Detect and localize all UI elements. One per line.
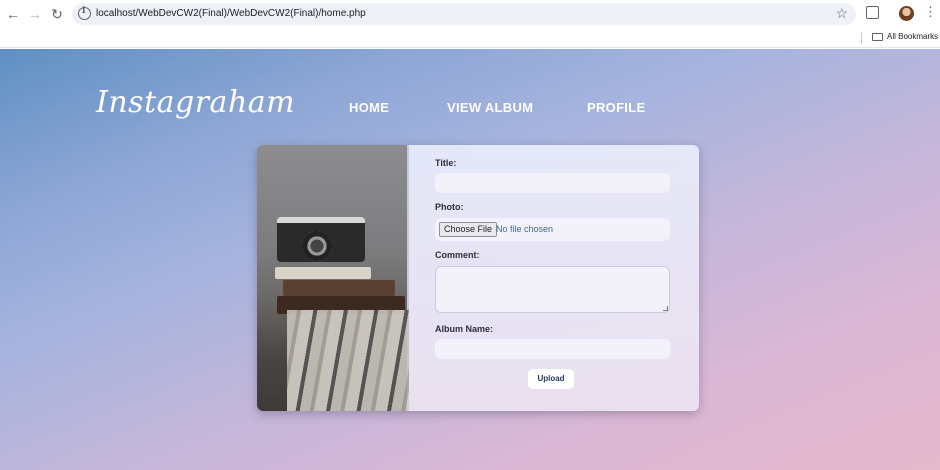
reload-icon[interactable]: ↻ [48,5,66,23]
upload-card: Title: Photo: Choose File No file chosen… [257,145,699,411]
resize-handle-icon[interactable] [663,306,668,311]
no-file-text: No file chosen [496,224,554,234]
camera-photo [257,145,409,411]
folder-icon[interactable] [872,33,883,41]
bookmarks-divider [861,32,862,44]
photo-file-input[interactable]: Choose File No file chosen [435,218,670,241]
browser-menu-icon[interactable]: ⋮ [924,5,937,19]
nav-view-album-link[interactable]: VIEW ALBUM [447,100,533,115]
back-arrow-icon[interactable]: ← [4,5,22,23]
site-info-icon[interactable] [78,6,91,20]
book-illustration [283,280,395,296]
album-name-input[interactable] [435,339,670,359]
book-illustration [275,267,371,279]
nav-profile-link[interactable]: PROFILE [587,100,645,115]
profile-avatar[interactable] [899,6,914,21]
nav-home-link[interactable]: HOME [349,100,389,115]
extensions-icon[interactable] [866,6,879,19]
album-name-label: Album Name: [435,324,494,334]
comment-textarea[interactable] [435,266,670,313]
comment-label: Comment: [435,250,480,260]
title-label: Title: [435,158,457,168]
bookmarks-bar: All Bookmarks [0,28,940,48]
browser-toolbar: ← → ↻ localhost/WebDevCW2(Final)/WebDevC… [0,0,940,28]
site-logo[interactable]: Instagraham [96,85,295,120]
photo-label: Photo: [435,202,464,212]
camera-lens [302,231,332,261]
cloth-illustration [287,310,409,411]
forward-arrow-icon[interactable]: → [26,5,44,23]
page-background: Instagraham HOME VIEW ALBUM PROFILE Titl… [0,49,940,470]
camera-illustration [277,217,365,262]
title-input[interactable] [435,173,670,193]
all-bookmarks-link[interactable]: All Bookmarks [887,32,938,41]
upload-button[interactable]: Upload [528,369,574,389]
choose-file-button[interactable]: Choose File [439,222,498,237]
bookmark-star-icon[interactable]: ☆ [835,5,848,22]
url-text[interactable]: localhost/WebDevCW2(Final)/WebDevCW2(Fin… [96,8,366,19]
address-bar[interactable]: localhost/WebDevCW2(Final)/WebDevCW2(Fin… [72,3,856,25]
